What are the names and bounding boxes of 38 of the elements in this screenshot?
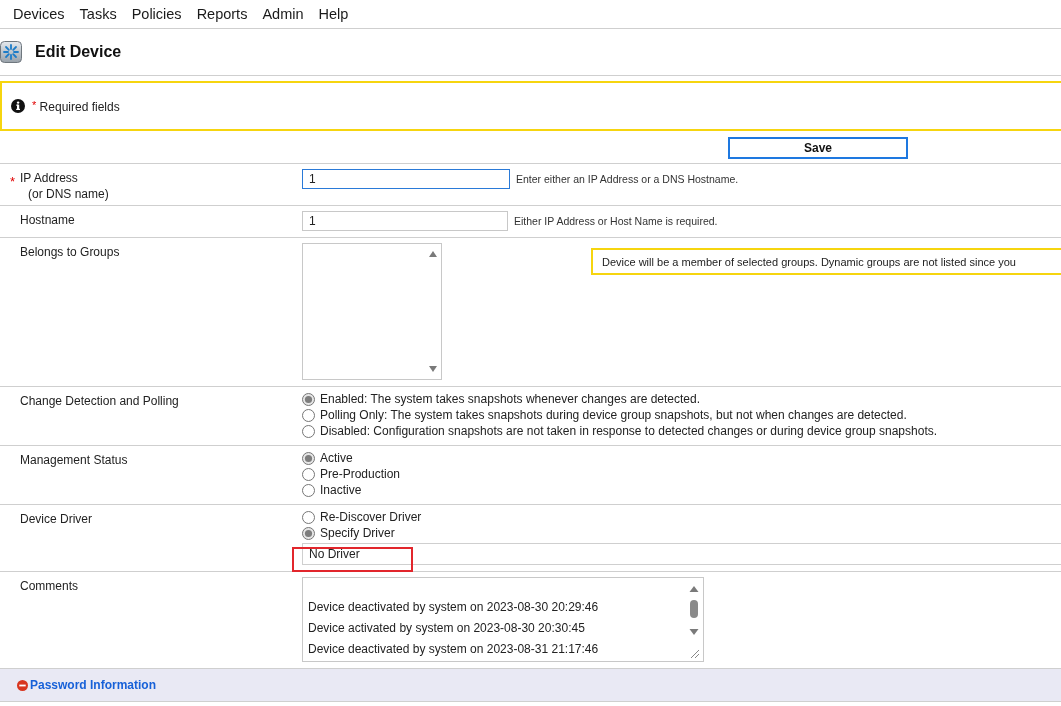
required-mark: * [10, 174, 16, 189]
section-link[interactable]: Password Information [30, 678, 157, 692]
field-sublabel: (or DNS name) [27, 188, 109, 201]
field-label: Belongs to Groups [20, 246, 120, 259]
field-hint: Enter either an IP Address or a DNS Hostname. [516, 173, 739, 185]
comments-text: Device deactivated by system on 2023-08-30 20:29:46 Device activated by system on 2023-08-30 20:30:45 Device deactivated by system on 2023-08-31 21:17:46 [307, 599, 600, 658]
menu-item[interactable]: Devices [13, 6, 65, 22]
radio-option[interactable]: Specify Driver [302, 525, 395, 541]
radio-option[interactable]: Inactive [302, 482, 362, 498]
field-label: Management Status [20, 454, 128, 467]
radio-option[interactable]: Polling Only: The system takes snapshots during device group snapshots, but not when changes are detected. [302, 407, 907, 423]
minus-circle-icon[interactable] [17, 679, 28, 691]
comments-field[interactable]: Device deactivated by system on 2023-08-30 20:29:46 Device activated by system on 2023-08-30 20:30:45 Device deactivated by system on 2023-08-31 21:17:46 [302, 577, 704, 662]
snowflake-icon [0, 41, 22, 63]
resize-grip-icon[interactable] [688, 647, 700, 659]
menu-item[interactable]: Admin [262, 6, 304, 22]
save-button[interactable]: Save [728, 137, 908, 159]
note-text: Device will be a member of selected groups. Dynamic groups are not listed since you [602, 255, 1016, 268]
radio-option[interactable]: Active [302, 450, 353, 466]
radio-option[interactable]: Re-Discover Driver [302, 509, 422, 525]
menu-item[interactable]: Help [318, 6, 349, 22]
text-field[interactable]: 1 [302, 169, 510, 189]
field-label: Change Detection and Polling [20, 395, 179, 408]
radio-option[interactable]: Enabled: The system takes snapshots whenever changes are detected. [302, 391, 700, 407]
menu-item[interactable]: Reports [196, 6, 248, 22]
text-field[interactable]: 1 [302, 211, 508, 231]
driver-field[interactable]: No Driver [302, 543, 1061, 565]
info-icon [11, 99, 25, 113]
field-label: Hostname [20, 214, 75, 227]
field-label: Device Driver [20, 513, 92, 526]
radio-option[interactable]: Disabled: Configuration snapshots are not taken in response to detected changes or during device group snapshots. [302, 423, 938, 439]
menu-item[interactable]: Policies [131, 6, 182, 22]
page-title: Edit Device [35, 43, 122, 61]
field-hint: Either IP Address or Host Name is required. [514, 215, 718, 227]
field-label: IP Address [20, 172, 79, 185]
radio-option[interactable]: Pre-Production [302, 466, 401, 482]
menu-item[interactable]: Tasks [79, 6, 117, 22]
field-label: Comments [20, 580, 78, 593]
